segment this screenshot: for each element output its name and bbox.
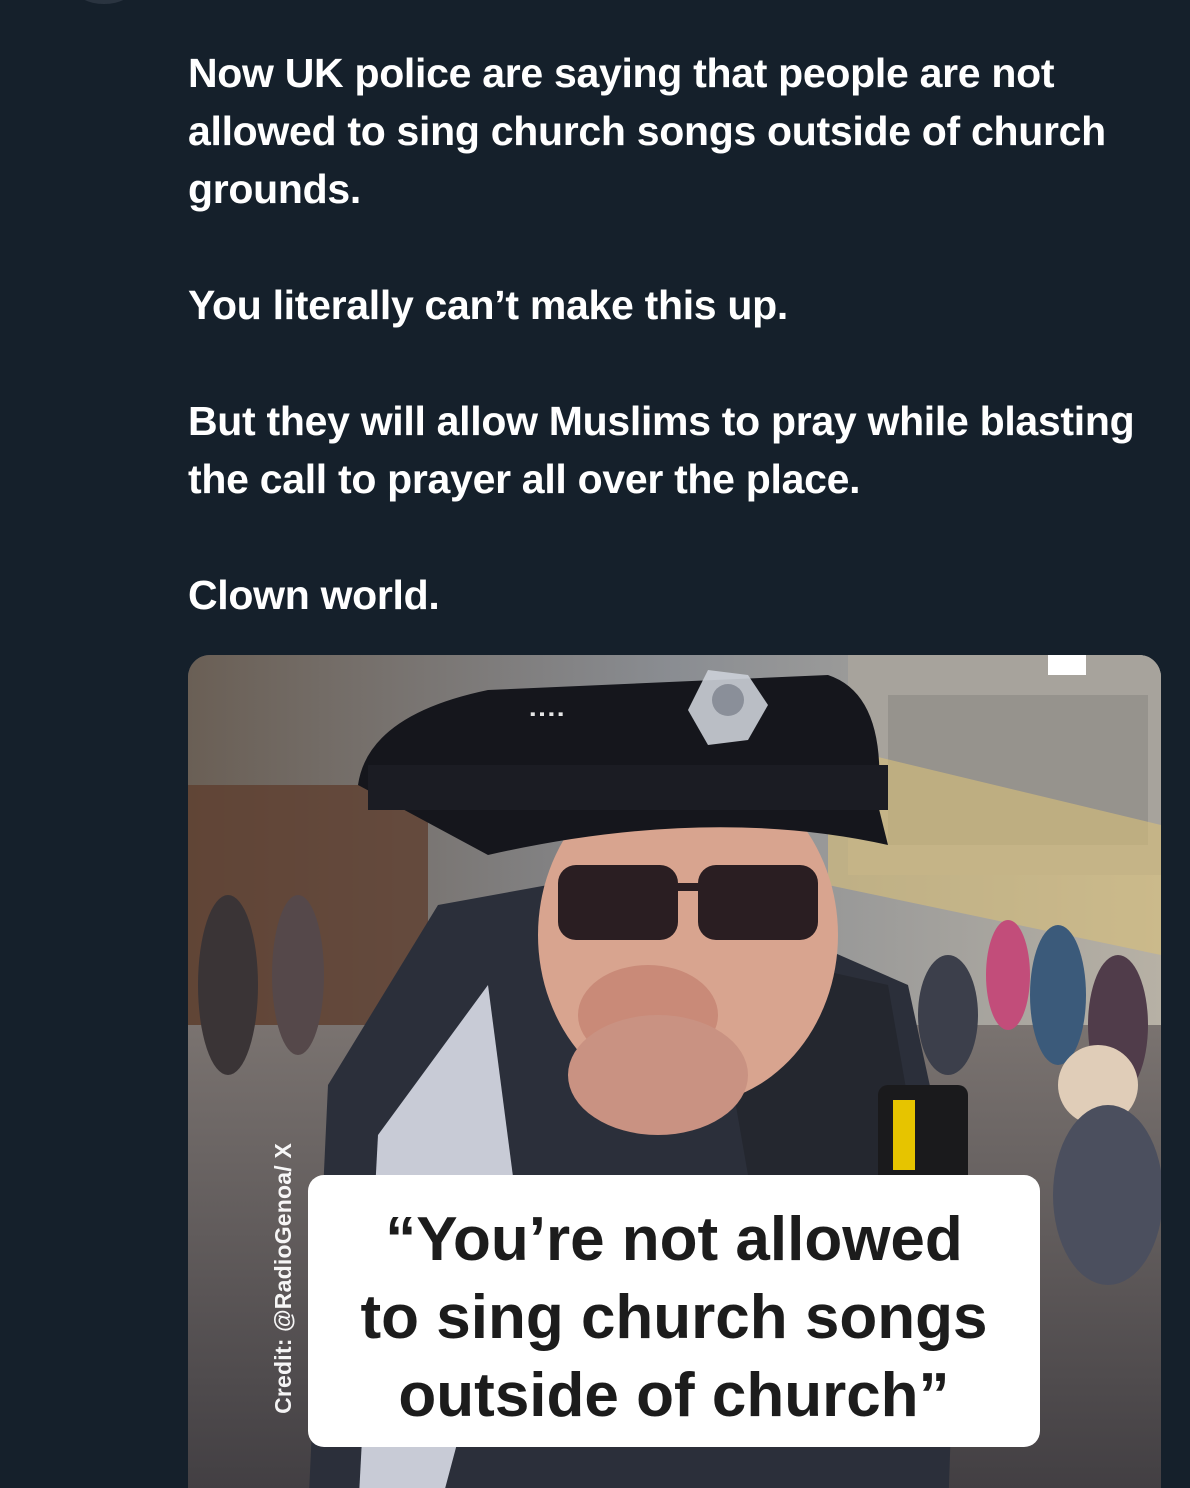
caption-line: “You’re not allowed <box>385 1205 963 1274</box>
photo-credit: Credit: @RadioGenoa/ X <box>270 1143 296 1414</box>
video-caption: “You’re not allowed to sing church songs… <box>308 1175 1040 1447</box>
post-paragraph: Now UK police are saying that people are… <box>188 50 1106 212</box>
avatar[interactable] <box>74 0 134 4</box>
post-text: Now UK police are saying that people are… <box>188 44 1168 624</box>
post-paragraph: You literally can’t make this up. <box>188 282 788 328</box>
post-view: Now UK police are saying that people are… <box>0 0 1190 1488</box>
caption-line: to sing church songs <box>360 1283 988 1352</box>
post-paragraph: But they will allow Muslims to pray whil… <box>188 398 1135 502</box>
svg-text:ᐧᐧᐧᐧ: ᐧᐧᐧᐧ <box>528 698 565 733</box>
post-paragraph: Clown world. <box>188 572 440 618</box>
caption-line: outside of church” <box>398 1361 950 1430</box>
post-media-image[interactable]: ᐧᐧᐧᐧ Credit: @RadioGenoa/ X “You’re not … <box>188 655 1161 1488</box>
